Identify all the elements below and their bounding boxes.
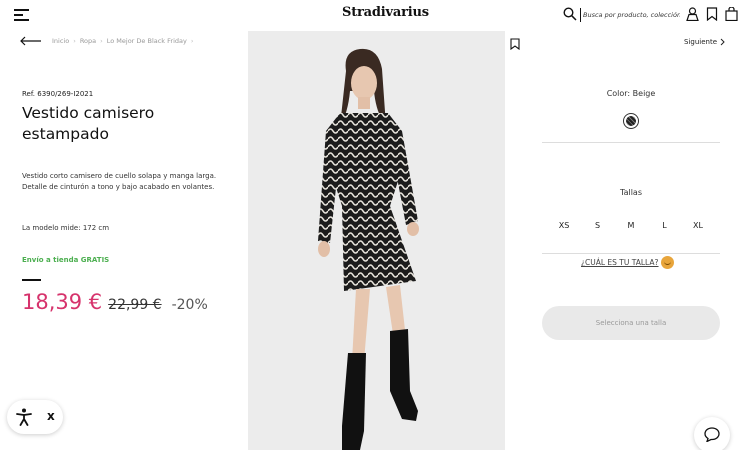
size-guide-icon bbox=[660, 256, 674, 269]
product-image[interactable] bbox=[248, 31, 505, 450]
current-price: 18,39 € bbox=[22, 290, 103, 314]
shopping-bag-icon[interactable] bbox=[725, 7, 738, 21]
divider bbox=[542, 253, 720, 254]
breadcrumb-separator: › bbox=[100, 37, 103, 45]
price-divider bbox=[22, 279, 41, 281]
price-row: 18,39 € 22,99 € -20% bbox=[22, 290, 208, 314]
breadcrumb-separator: › bbox=[190, 37, 194, 45]
size-s[interactable]: S bbox=[582, 221, 614, 230]
color-label: Color: Beige bbox=[606, 89, 656, 98]
breadcrumb-ropa[interactable]: Ropa bbox=[80, 37, 96, 45]
shipping-info: Envío a tienda GRATIS bbox=[22, 256, 110, 264]
old-price: 22,99 € bbox=[108, 297, 162, 313]
divider bbox=[542, 142, 720, 143]
accessibility-widget[interactable]: x bbox=[7, 400, 63, 434]
breadcrumb-inicio[interactable]: Inicio bbox=[52, 37, 69, 45]
color-swatch-beige[interactable] bbox=[623, 113, 639, 129]
chat-button[interactable] bbox=[694, 417, 730, 450]
menu-icon[interactable] bbox=[14, 9, 29, 21]
breadcrumb: Inicio › Ropa › Lo Mejor De Black Friday… bbox=[52, 37, 193, 45]
discount-badge: -20% bbox=[171, 297, 208, 313]
user-icon[interactable] bbox=[686, 7, 699, 21]
header: Stradivarius bbox=[0, 0, 740, 30]
search-input[interactable] bbox=[580, 8, 680, 22]
model-photo bbox=[248, 31, 505, 450]
logo[interactable]: Stradivarius bbox=[342, 5, 429, 20]
sizes-label: Tallas bbox=[620, 188, 642, 197]
chevron-right-icon bbox=[720, 38, 725, 46]
back-arrow-icon[interactable] bbox=[20, 36, 42, 46]
product-description: Vestido corto camisero de cuello solapa … bbox=[22, 172, 217, 191]
select-size-button[interactable]: Selecciona una talla bbox=[542, 306, 720, 340]
breadcrumb-black-friday[interactable]: Lo Mejor De Black Friday bbox=[107, 37, 187, 45]
breadcrumb-separator: › bbox=[73, 37, 76, 45]
search-icon[interactable] bbox=[563, 7, 577, 21]
add-to-wishlist-icon[interactable] bbox=[510, 38, 520, 50]
wishlist-icon[interactable] bbox=[706, 7, 718, 21]
product-ref: Ref. 6390/269-I2021 bbox=[22, 90, 94, 98]
chat-icon bbox=[704, 427, 720, 442]
accessibility-icon[interactable] bbox=[15, 408, 33, 426]
model-height: La modelo mide: 172 cm bbox=[22, 224, 110, 232]
next-label: Siguiente bbox=[684, 38, 718, 46]
accessibility-close-button[interactable]: x bbox=[47, 409, 55, 423]
size-xs[interactable]: XS bbox=[548, 221, 580, 230]
product-title: Vestido camisero estampado bbox=[22, 104, 155, 143]
size-guide-link[interactable]: ¿CUÁL ES TU TALLA? bbox=[581, 256, 674, 269]
size-xl[interactable]: XL bbox=[682, 221, 714, 230]
next-product-link[interactable]: Siguiente bbox=[684, 38, 725, 46]
size-guide-label: ¿CUÁL ES TU TALLA? bbox=[581, 258, 659, 267]
size-l[interactable]: L bbox=[649, 221, 681, 230]
size-selector: XS S M L XL bbox=[548, 221, 714, 230]
size-m[interactable]: M bbox=[615, 221, 647, 230]
